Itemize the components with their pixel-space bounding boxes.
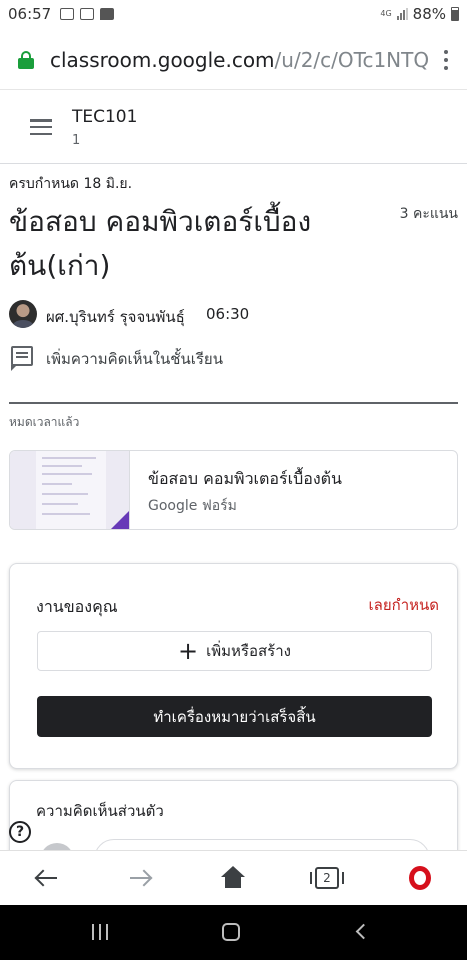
more-options-icon[interactable] [443, 50, 449, 70]
teacher-avatar [9, 300, 37, 328]
url-path: /u/2/c/OTc1NTQ0 [274, 48, 430, 72]
help-icon[interactable]: ? [9, 821, 31, 843]
assignment-title: ข้อสอบ คอมพิวเตอร์เบื้องต้น(เก่า) [9, 205, 312, 282]
status-badge: เลยกำหนด [368, 596, 440, 614]
forward-button[interactable] [125, 863, 155, 893]
private-comments-title: ความคิดเห็นส่วนตัว [36, 802, 164, 820]
due-date: ครบกำหนด 18 มิ.ย. [9, 176, 133, 192]
attachment-google-form[interactable]: ข้อสอบ คอมพิวเตอร์เบื้องต้น Google ฟอร์ม [9, 450, 458, 530]
missing-note: หมดเวลาแล้ว [9, 415, 80, 429]
card-notification-icon [80, 8, 94, 20]
arrow-left-icon [37, 876, 57, 880]
class-section: 1 [72, 133, 81, 148]
back-button[interactable] [32, 863, 62, 893]
system-navigation-bar [0, 905, 467, 960]
divider [9, 402, 458, 404]
forms-corner-icon [111, 511, 129, 529]
url-host: classroom.google.com [50, 48, 275, 72]
plus-icon: + [178, 637, 199, 665]
browser-address-bar: classroom.google.com/u/2/c/OTc1NTQ0 [0, 30, 467, 90]
comment-icon[interactable] [11, 346, 33, 371]
message-notification-icon [100, 8, 114, 20]
class-name: TEC101 [72, 107, 138, 127]
system-home-icon[interactable] [222, 923, 240, 941]
arrow-right-icon [130, 876, 150, 880]
home-button[interactable] [218, 863, 248, 893]
gallery-notification-icon [60, 8, 74, 20]
attachment-type: Google ฟอร์ม [148, 498, 237, 514]
add-or-create-button[interactable]: + เพิ่มหรือสร้าง [37, 631, 432, 671]
recents-icon[interactable] [92, 924, 108, 940]
tabs-button[interactable]: 2 [310, 863, 344, 893]
browser-bottom-bar: 2 [0, 850, 467, 905]
battery-percent: 88% [412, 5, 446, 23]
network-type: 4G [380, 9, 392, 18]
system-back-icon[interactable] [355, 923, 372, 940]
notification-icons [60, 8, 114, 20]
status-bar: 06:57 4G 88% [0, 0, 467, 30]
posted-time: 06:30 [206, 305, 250, 323]
assignment-points: 3 คะแนน [399, 206, 458, 222]
add-or-create-label: เพิ่มหรือสร้าง [206, 642, 291, 660]
attachment-title: ข้อสอบ คอมพิวเตอร์เบื้องต้น [148, 469, 342, 488]
opera-logo-icon [409, 866, 431, 890]
form-thumbnail [10, 451, 130, 529]
mark-as-done-button[interactable]: ทำเครื่องหมายว่าเสร็จสิ้น [37, 696, 432, 737]
status-right: 4G 88% [380, 5, 459, 23]
your-work-card: งานของคุณ เลยกำหนด + เพิ่มหรือสร้าง ทำเค… [9, 563, 458, 769]
teacher-name: ผศ.บุรินทร์ รุจจนพันธุ์ [46, 308, 185, 326]
add-class-comment-link[interactable]: เพิ่มความคิดเห็นในชั้นเรียน [46, 347, 223, 371]
opera-menu-button[interactable] [405, 863, 435, 893]
status-time: 06:57 [8, 5, 52, 23]
mark-as-done-label: ทำเครื่องหมายว่าเสร็จสิ้น [153, 707, 316, 726]
app-header: TEC101 1 [0, 91, 467, 164]
battery-icon [451, 7, 459, 21]
menu-icon[interactable] [30, 119, 52, 135]
home-icon [221, 866, 245, 888]
signal-icon [396, 8, 408, 20]
lock-icon[interactable] [18, 51, 34, 69]
tabs-icon: 2 [310, 867, 344, 889]
url-field[interactable]: classroom.google.com/u/2/c/OTc1NTQ0 [50, 48, 430, 72]
your-work-title: งานของคุณ [36, 597, 118, 616]
